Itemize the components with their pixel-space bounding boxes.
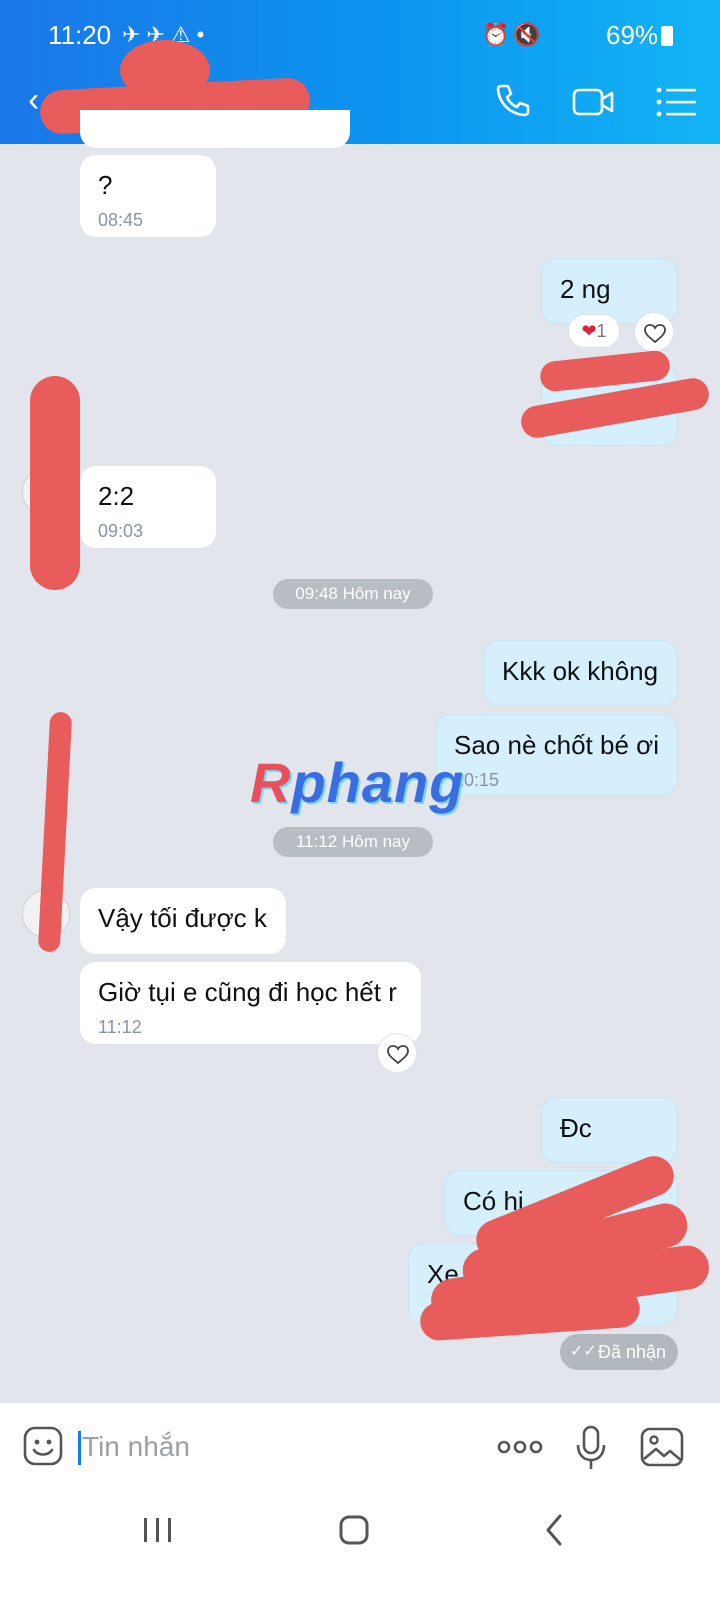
message-bubble-partial [80,110,350,148]
back-nav-icon[interactable] [534,1510,574,1550]
watermark-logo: Rphang [250,750,464,815]
react-heart-button[interactable] [377,1033,417,1073]
message-time: 11:12 [98,1017,142,1037]
more-options-icon[interactable] [496,1433,544,1461]
system-navigation-bar [0,1490,720,1600]
message-text: Sao nè chốt bé ơi [454,730,659,760]
date-divider: 11:12 Hôm nay [273,827,433,857]
message-bubble-outgoing[interactable]: Đc [541,1097,678,1163]
message-input[interactable] [82,1425,462,1469]
message-bubble-outgoing[interactable]: Kkk ok không [483,640,678,706]
react-heart-button[interactable] [634,312,674,352]
reaction-count[interactable]: ❤1 [568,314,620,348]
home-icon[interactable] [334,1510,374,1550]
message-bubble-incoming[interactable]: Vậy tối được k [80,888,286,954]
received-status-text: Đã nhận [598,1342,667,1362]
microphone-icon[interactable] [574,1425,608,1471]
message-text: Đc [560,1113,592,1143]
message-text: ? [98,170,113,200]
redaction-scribble [120,40,210,100]
heart-reaction-icon: ❤ [581,321,597,341]
message-bubble-incoming[interactable]: Giờ tụi e cũng đi học hết r 11:12 [80,962,421,1044]
recent-apps-icon[interactable] [138,1510,178,1550]
message-text: Vậy tối được k [98,903,267,933]
redaction-scribble [30,376,80,590]
video-call-icon[interactable] [570,78,618,126]
date-divider: 09:48 Hôm nay [273,579,433,609]
text-caret [78,1431,81,1465]
system-status-icons: ⏰🔇 [482,22,545,47]
message-bubble-incoming[interactable]: 2:2 09:03 [80,466,216,548]
message-bubble-outgoing[interactable]: Sao nè chốt bé ơi 10:15 [435,714,678,796]
message-received-status: ✓✓ Đã nhận [560,1334,678,1370]
reaction-count-value: 1 [596,321,607,341]
watermark-text: phang [291,751,465,814]
message-bubble-incoming[interactable]: ? 08:45 [80,155,216,237]
message-time: 09:03 [98,521,144,541]
status-time: 11:20 [48,20,112,50]
message-composer [0,1402,720,1490]
message-text: 2:2 [98,481,135,511]
message-time: 08:45 [98,210,144,230]
message-text: 2 ng [560,274,611,304]
gallery-image-icon[interactable] [640,1427,684,1467]
menu-list-icon[interactable] [652,78,700,126]
phone-call-icon[interactable] [488,78,536,126]
message-text: Kkk ok không [502,656,659,686]
sticker-emoji-icon[interactable] [22,1425,64,1467]
battery-indicator: 69% [606,20,674,51]
message-text: Giờ tụi e cũng đi học hết r [98,977,397,1007]
battery-percent: 69% [606,20,659,50]
watermark-letter: R [250,751,292,814]
message-time: 10:15 [454,770,500,790]
double-check-icon: ✓✓ [570,1343,597,1360]
battery-icon [661,26,674,46]
